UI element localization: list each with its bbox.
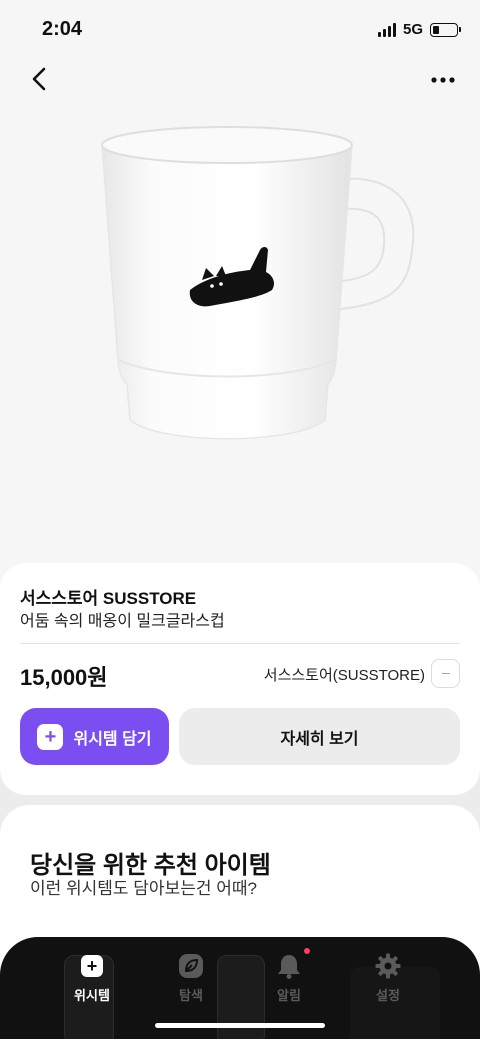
bell-icon xyxy=(276,953,302,979)
view-details-label: 자세히 보기 xyxy=(280,730,359,748)
tab-wishitem-label: 위시템 xyxy=(74,988,110,1003)
gear-icon xyxy=(375,953,401,979)
add-to-wishlist-button[interactable]: + 위시템 담기 xyxy=(20,708,169,765)
divider xyxy=(20,643,460,644)
product-image-mug xyxy=(101,126,415,440)
tab-settings[interactable]: 설정 xyxy=(348,953,428,1004)
plus-icon: + xyxy=(37,723,64,750)
seller-name[interactable]: 서스스토어(SUSSTORE) xyxy=(264,664,425,685)
notification-badge xyxy=(304,948,310,954)
tab-explore[interactable]: 탐색 xyxy=(151,953,231,1004)
tab-settings-label: 설정 xyxy=(376,988,400,1003)
signal-icon xyxy=(377,22,396,37)
status-time: 2:04 xyxy=(42,18,83,40)
brand-name: 서스스토어 SUSSTORE xyxy=(20,589,197,608)
view-details-button[interactable]: 자세히 보기 xyxy=(179,708,460,765)
network-label: 5G xyxy=(402,21,423,38)
battery-icon xyxy=(430,22,461,37)
home-indicator[interactable] xyxy=(155,1023,325,1028)
tab-wishitem[interactable]: + 위시템 xyxy=(52,953,132,1004)
more-horizontal-icon[interactable] xyxy=(428,66,458,94)
tab-explore-label: 탐색 xyxy=(179,988,203,1003)
leaf-icon xyxy=(178,953,204,979)
add-icon: + xyxy=(81,955,103,977)
status-bar: 2:04 5G xyxy=(0,0,480,60)
chevron-left-icon[interactable] xyxy=(24,64,54,94)
seller-collapse-button[interactable] xyxy=(431,659,460,688)
add-to-wishlist-label: 위시템 담기 xyxy=(73,730,152,748)
product-name: 어둠 속의 매옹이 밀크글라스컵 xyxy=(20,613,225,630)
tab-notifications[interactable]: 알림 xyxy=(249,953,329,1004)
recommendation-subtitle: 이런 위시템도 담아보는건 어때? xyxy=(30,879,257,898)
minus-icon xyxy=(441,672,450,675)
tab-notifications-label: 알림 xyxy=(277,988,301,1003)
product-image-area xyxy=(0,0,480,590)
price: 15,000원 xyxy=(20,665,108,690)
